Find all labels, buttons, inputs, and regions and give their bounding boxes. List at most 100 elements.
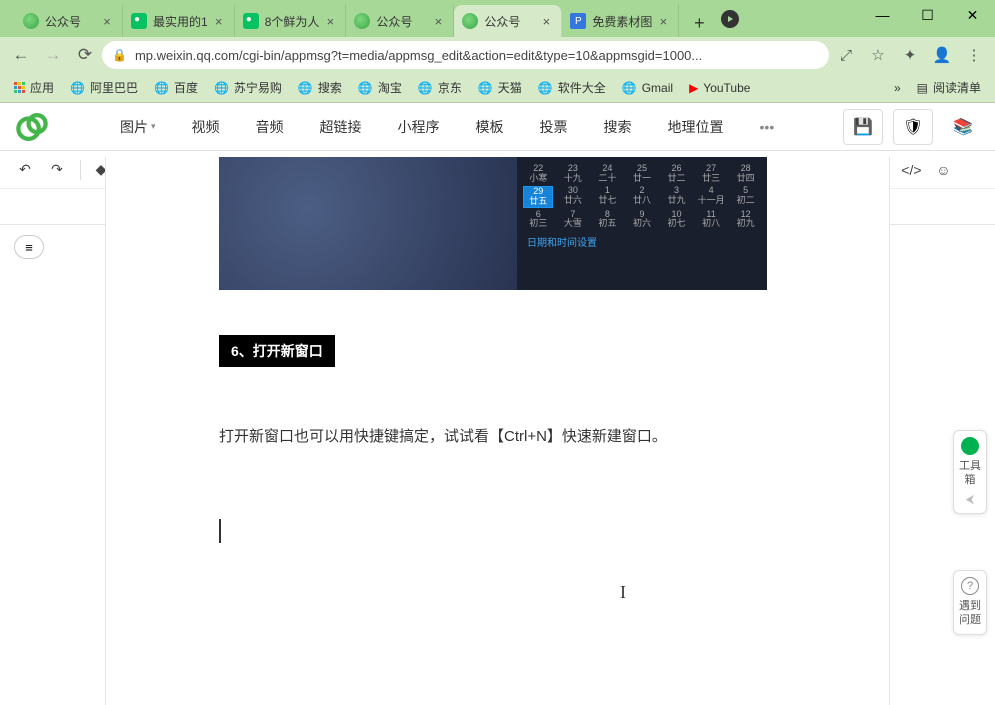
back-button[interactable]: ← [6, 40, 36, 70]
bookmark-label: 软件大全 [558, 79, 606, 96]
collapse-arrow-icon[interactable]: ⮜ [954, 492, 986, 507]
insert-miniprog[interactable]: 小程序 [380, 103, 458, 151]
insert-image[interactable]: 图片 [102, 103, 174, 151]
extensions-icon[interactable]: ✦ [895, 41, 925, 69]
url-text: mp.weixin.qq.com/cgi-bin/appmsg?t=media/… [135, 48, 702, 63]
tab-label: 公众号 [376, 13, 427, 30]
calendar-row: 6初三 7大雪 8初五 9初六 10初七 11初八 12初九 [521, 209, 763, 231]
address-bar: ← → ⟳ 🔒 mp.weixin.qq.com/cgi-bin/appmsg?… [0, 37, 995, 73]
bookmark-item[interactable]: 🌐京东 [410, 75, 470, 101]
globe-icon: 🌐 [214, 81, 229, 95]
datetime-settings-link: 日期和时间设置 [521, 230, 763, 253]
library-button[interactable]: 📚 [943, 109, 983, 145]
browser-tab[interactable]: 最实用的1 × [123, 5, 235, 37]
bookmark-label: 淘宝 [378, 79, 402, 96]
tab-close-icon[interactable]: × [539, 14, 553, 28]
globe-icon: 🌐 [478, 81, 493, 95]
text-caret [219, 519, 221, 543]
toolbox-icon [961, 437, 979, 455]
save-button[interactable]: 💾 [843, 109, 883, 145]
bookmark-label: 百度 [174, 79, 198, 96]
tab-close-icon[interactable]: × [656, 14, 670, 28]
globe-icon: 🌐 [154, 81, 169, 95]
code-button[interactable]: </> [900, 159, 922, 181]
tab-close-icon[interactable]: × [100, 14, 114, 28]
bookmark-item[interactable]: 🌐苏宁易购 [206, 75, 290, 101]
favicon-icon [354, 13, 370, 29]
profile-icon[interactable]: 👤 [927, 41, 957, 69]
globe-icon: 🌐 [538, 81, 553, 95]
insert-link[interactable]: 超链接 [302, 103, 380, 151]
star-icon[interactable]: ☆ [863, 41, 893, 69]
close-button[interactable]: ✕ [950, 0, 995, 30]
reload-button[interactable]: ⟳ [70, 40, 100, 70]
bookmark-item[interactable]: ▶YouTube [681, 75, 758, 101]
calendar-row: 22小寒 23十九 24二十 25廿一 26廿二 27廿三 28廿四 [521, 163, 763, 185]
question-icon: ? [961, 577, 979, 595]
tab-close-icon[interactable]: × [212, 14, 226, 28]
browser-tab[interactable]: 公众号× [15, 5, 123, 37]
emoji-button[interactable]: ☺ [932, 159, 954, 181]
minimize-button[interactable]: — [860, 0, 905, 30]
tab-close-icon[interactable]: × [323, 14, 337, 28]
bookmark-item[interactable]: 🌐 百度 [146, 75, 206, 101]
text-cursor-icon: I [620, 582, 626, 603]
bookmark-label: 搜索 [318, 79, 342, 96]
bookmark-item[interactable]: 🌐 阿里巴巴 [62, 75, 146, 101]
reading-list[interactable]: ▤ 阅读清单 [909, 75, 989, 101]
menu-icon[interactable]: ⋮ [959, 41, 989, 69]
insert-template[interactable]: 模板 [458, 103, 522, 151]
bookmark-label: 阅读清单 [933, 79, 981, 96]
help-panel[interactable]: ? 遇到问题 [953, 570, 987, 635]
bookmark-overflow[interactable]: » [886, 75, 909, 101]
bookmark-item[interactable]: 🌐 搜索 [290, 75, 350, 101]
maximize-button[interactable]: ☐ [905, 0, 950, 30]
globe-icon: 🌐 [358, 81, 373, 95]
favicon-icon [131, 13, 147, 29]
toolbox-label: 工具箱 [954, 459, 986, 488]
translate-icon[interactable]: ⤢ [831, 41, 861, 69]
section-heading: 6、打开新窗口 [219, 335, 335, 367]
shield-button[interactable]: 🛡 [893, 109, 933, 145]
bookmark-item[interactable]: 🌐 淘宝 [350, 75, 410, 101]
insert-audio[interactable]: 音频 [238, 103, 302, 151]
tab-label: 最实用的1 [153, 13, 208, 30]
bookmark-label: YouTube [703, 81, 750, 95]
tab-close-icon[interactable]: × [431, 14, 445, 28]
forward-button[interactable]: → [38, 40, 68, 70]
bookmark-item[interactable]: 🌐天猫 [470, 75, 530, 101]
insert-more[interactable]: ••• [742, 103, 793, 151]
insert-location[interactable]: 地理位置 [650, 103, 742, 151]
toolbox-panel[interactable]: 工具箱 ⮜ [953, 430, 987, 514]
media-play-icon[interactable] [721, 10, 739, 28]
screenshot-image: 22小寒 23十九 24二十 25廿一 26廿二 27廿三 28廿四 29廿五 … [219, 157, 767, 290]
sidebar-toggle[interactable]: ≡ [14, 235, 44, 259]
browser-tab[interactable]: P免费素材图× [562, 5, 679, 37]
apps-button[interactable]: 应用 [6, 75, 62, 101]
browser-tab[interactable]: 8个鲜为人× [235, 5, 347, 37]
new-tab-button[interactable]: + [685, 9, 713, 37]
editor-canvas[interactable]: 22小寒 23十九 24二十 25廿一 26廿二 27廿三 28廿四 29廿五 … [105, 157, 890, 705]
redo-button[interactable]: ↷ [46, 159, 68, 181]
bookmark-item[interactable]: 🌐 软件大全 [530, 75, 614, 101]
favicon-icon [23, 13, 39, 29]
bookmarks-bar: 应用 🌐阿里巴巴 🌐百度 🌐苏宁易购 🌐搜索 🌐淘宝 🌐京东 🌐天猫 🌐软件大全… [0, 73, 995, 103]
insert-search[interactable]: 搜索 [586, 103, 650, 151]
globe-icon: 🌐 [298, 81, 313, 95]
insert-video[interactable]: 视频 [174, 103, 238, 151]
undo-button[interactable]: ↶ [14, 159, 36, 181]
paragraph: 打开新窗口也可以用快捷键搞定，试试看【Ctrl+N】快速新建窗口。 [219, 425, 889, 449]
favicon-icon [462, 13, 478, 29]
browser-tab[interactable]: 公众号 × [346, 5, 454, 37]
globe-icon: 🌐 [70, 81, 85, 95]
insert-vote[interactable]: 投票 [522, 103, 586, 151]
globe-icon: 🌐 [622, 81, 637, 95]
bookmark-label: 阿里巴巴 [90, 79, 138, 96]
bookmark-item[interactable]: 🌐Gmail [614, 75, 681, 101]
platform-logo[interactable] [12, 107, 52, 147]
url-field[interactable]: 🔒 mp.weixin.qq.com/cgi-bin/appmsg?t=medi… [102, 41, 829, 69]
list-icon: ▤ [917, 81, 928, 95]
bookmark-label: 京东 [438, 79, 462, 96]
browser-tab-active[interactable]: 公众号× [454, 5, 562, 37]
tab-label: 8个鲜为人 [265, 13, 320, 30]
